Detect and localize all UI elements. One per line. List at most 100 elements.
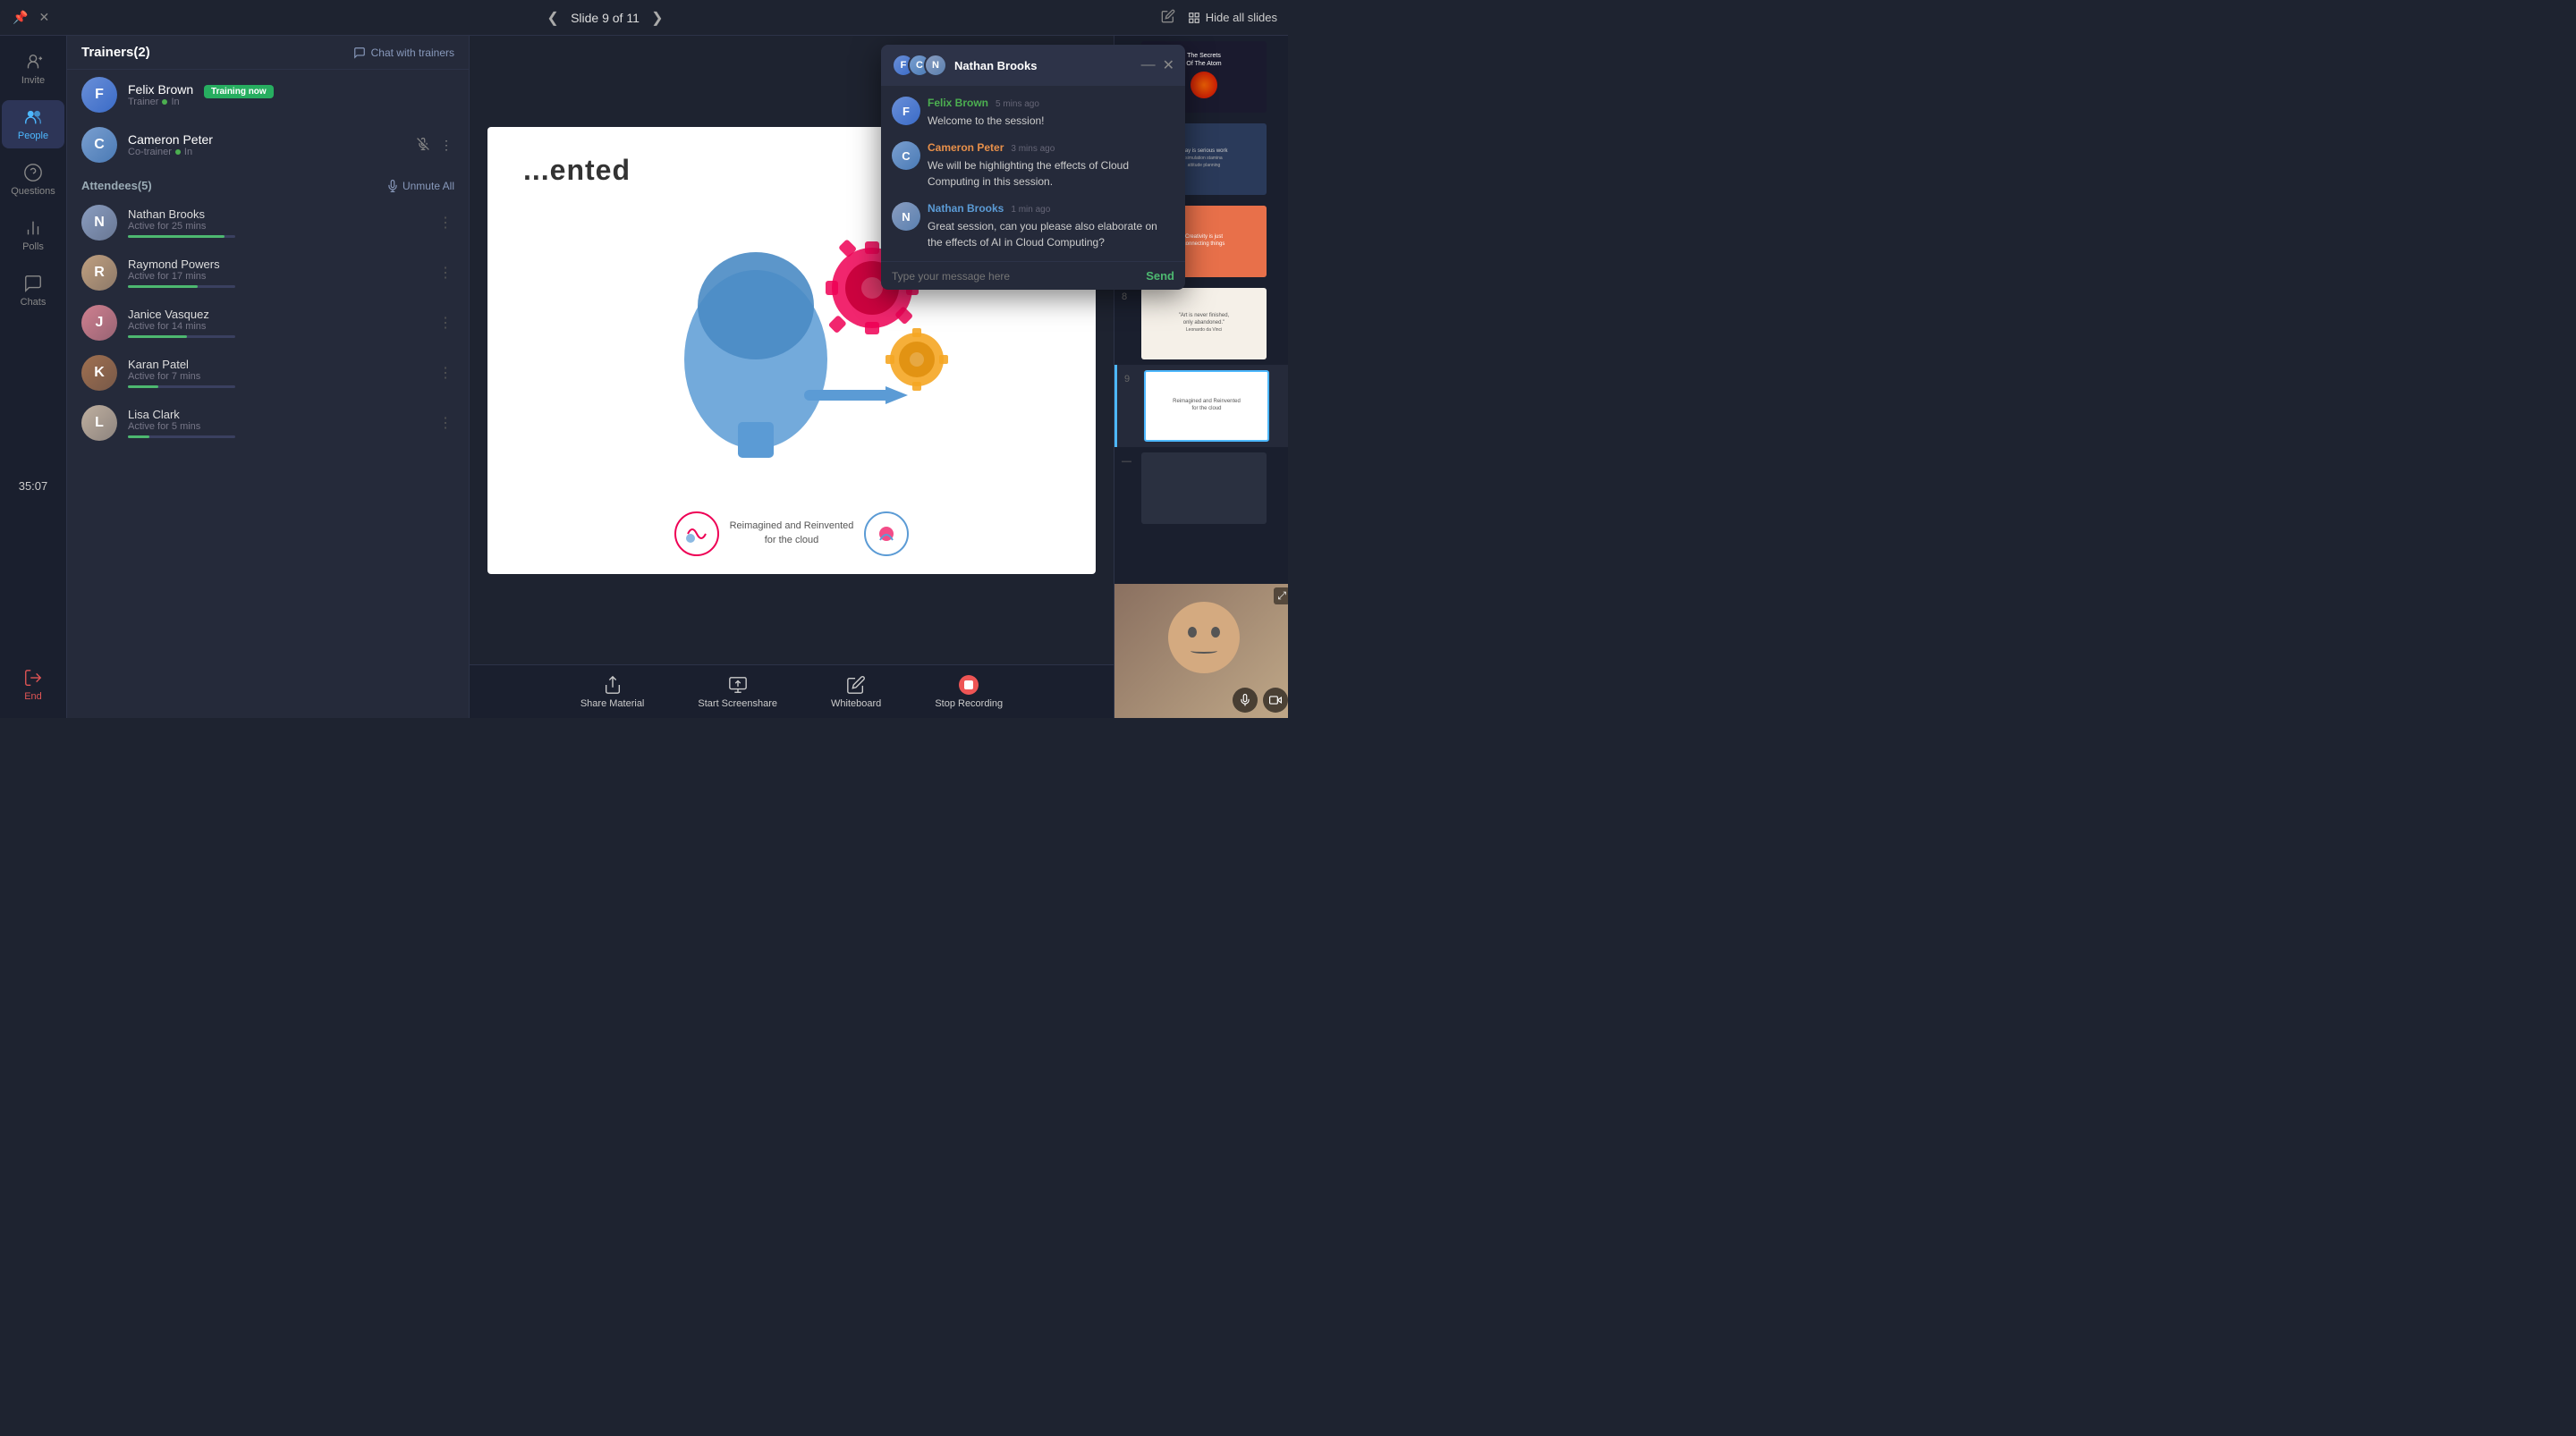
close-button[interactable]: ✕ xyxy=(37,8,51,27)
bottom-toolbar: Share Material Start Screenshare Whitebo… xyxy=(470,664,1114,718)
trainers-title: Trainers(2) xyxy=(81,45,150,60)
participants-panel: Trainers(2) Chat with trainers F Felix B… xyxy=(67,36,470,718)
sidebar-label-polls: Polls xyxy=(22,241,44,252)
attendee-karan[interactable]: K Karan Patel Active for 7 mins ⋮ xyxy=(67,348,469,398)
raymond-more-button[interactable]: ⋮ xyxy=(436,262,454,283)
cameron-name: Cameron Peter xyxy=(128,132,404,147)
stop-recording-button[interactable]: Stop Recording xyxy=(935,675,1003,709)
share-material-button[interactable]: Share Material xyxy=(580,675,645,709)
sidebar-label-people: People xyxy=(18,131,48,141)
whiteboard-button[interactable]: Whiteboard xyxy=(831,675,881,709)
hide-slides-button[interactable]: Hide all slides xyxy=(1188,11,1277,24)
next-slide-button[interactable]: ❯ xyxy=(647,7,668,29)
share-material-label: Share Material xyxy=(580,698,645,709)
slide-container: ...ented xyxy=(470,36,1114,664)
unmute-all-button[interactable]: Unmute All xyxy=(386,180,454,192)
expand-video-button[interactable]: ⤢ xyxy=(1274,587,1288,604)
thumb-img-8: "Art is never finished,only abandoned."L… xyxy=(1141,288,1267,359)
more-options-cameron[interactable]: ⋮ xyxy=(438,136,454,155)
close-chat-button[interactable]: ✕ xyxy=(1163,56,1174,74)
end-label: End xyxy=(24,691,42,702)
trainer-felix[interactable]: F Felix Brown Training now Trainer In xyxy=(67,70,469,120)
janice-more-button[interactable]: ⋮ xyxy=(436,312,454,334)
raymond-info: Raymond Powers Active for 17 mins xyxy=(128,258,426,288)
recording-stop-square xyxy=(964,680,973,689)
slide-thumb-9[interactable]: 9 Reimagined and Reinventedfor the cloud xyxy=(1114,365,1288,447)
nathan-name: Nathan Brooks xyxy=(128,207,426,221)
attendee-nathan[interactable]: N Nathan Brooks Active for 25 mins ⋮ xyxy=(67,198,469,248)
chat-input[interactable] xyxy=(892,270,1139,283)
lisa-name: Lisa Clark xyxy=(128,408,426,421)
lisa-info: Lisa Clark Active for 5 mins xyxy=(128,408,426,438)
felix-role: Trainer In xyxy=(128,97,454,107)
slide-num-8: 8 xyxy=(1122,288,1134,302)
nathan-more-button[interactable]: ⋮ xyxy=(436,212,454,233)
attendee-raymond[interactable]: R Raymond Powers Active for 17 mins ⋮ xyxy=(67,248,469,298)
attendees-header: Attendees(5) Unmute All xyxy=(67,170,469,198)
karan-name: Karan Patel xyxy=(128,358,426,371)
karan-more-button[interactable]: ⋮ xyxy=(436,362,454,384)
sidebar-item-polls[interactable]: Polls xyxy=(2,211,64,259)
slide-counter: Slide 9 of 11 xyxy=(571,11,640,25)
lisa-more-button[interactable]: ⋮ xyxy=(436,412,454,434)
msg-avatar: N xyxy=(892,202,920,231)
cameron-info: Cameron Peter Co-trainer In xyxy=(128,132,404,157)
stop-recording-label: Stop Recording xyxy=(935,698,1003,709)
msg-content: Cameron Peter 3 mins ago We will be high… xyxy=(928,141,1174,190)
prev-slide-button[interactable]: ❮ xyxy=(542,7,564,29)
center-area: ...ented xyxy=(470,36,1114,718)
slide-thumb-10[interactable]: — xyxy=(1114,447,1288,529)
chat-input-area: Send xyxy=(881,261,1185,290)
raymond-progress-bar xyxy=(128,285,235,288)
cameron-avatar: C xyxy=(81,127,117,163)
mute-icon[interactable] xyxy=(415,136,431,155)
sidebar-label-questions: Questions xyxy=(11,186,55,197)
end-session-button[interactable]: End xyxy=(16,661,50,709)
msg-sender: Cameron Peter xyxy=(928,141,1004,154)
msg-time: 3 mins ago xyxy=(1011,144,1055,154)
attendee-lisa[interactable]: L Lisa Clark Active for 5 mins ⋮ xyxy=(67,398,469,448)
slide-logos: Reimagined and Reinventedfor the cloud xyxy=(674,511,910,556)
send-button[interactable]: Send xyxy=(1146,269,1174,283)
raymond-active: Active for 17 mins xyxy=(128,271,426,282)
attendees-title: Attendees(5) xyxy=(81,179,152,192)
chat-popup-header: F C N Nathan Brooks — ✕ xyxy=(881,45,1185,86)
chat-message: F Felix Brown 5 mins ago Welcome to the … xyxy=(892,97,1174,129)
attendee-janice[interactable]: J Janice Vasquez Active for 14 mins ⋮ xyxy=(67,298,469,348)
whiteboard-label: Whiteboard xyxy=(831,698,881,709)
msg-content: Felix Brown 5 mins ago Welcome to the se… xyxy=(928,97,1174,129)
top-bar: 📌 ✕ ❮ Slide 9 of 11 ❯ Hide all slides xyxy=(0,0,1288,36)
cameron-role: Co-trainer In xyxy=(128,147,404,157)
nathan-active: Active for 25 mins xyxy=(128,221,426,232)
felix-name: Felix Brown Training now xyxy=(128,82,454,97)
thumb-img-9: Reimagined and Reinventedfor the cloud xyxy=(1144,370,1269,442)
chat-with-trainers-button[interactable]: Chat with trainers xyxy=(353,46,454,59)
sidebar-item-people[interactable]: People xyxy=(2,100,64,148)
recording-icon xyxy=(959,675,979,695)
hide-slides-label: Hide all slides xyxy=(1206,11,1277,24)
janice-progress-bar xyxy=(128,335,235,338)
thumb-img-10 xyxy=(1141,452,1267,524)
trainer-cameron[interactable]: C Cameron Peter Co-trainer In xyxy=(67,120,469,170)
edit-icon[interactable] xyxy=(1159,7,1177,28)
screenshare-button[interactable]: Start Screenshare xyxy=(698,675,777,709)
lisa-progress-bar xyxy=(128,435,235,438)
minimize-chat-button[interactable]: — xyxy=(1141,56,1156,74)
sidebar-item-invite[interactable]: Invite xyxy=(2,45,64,93)
video-mic-button[interactable] xyxy=(1233,688,1258,713)
attendees-list: N Nathan Brooks Active for 25 mins ⋮ R R… xyxy=(67,198,469,448)
online-indicator xyxy=(162,99,167,105)
raymond-name: Raymond Powers xyxy=(128,258,426,271)
slide-thumb-8[interactable]: 8 "Art is never finished,only abandoned.… xyxy=(1114,283,1288,365)
nathan-progress-fill xyxy=(128,235,225,238)
chat-messages: F Felix Brown 5 mins ago Welcome to the … xyxy=(881,86,1185,261)
sidebar-item-questions[interactable]: Questions xyxy=(2,156,64,204)
chat-message: N Nathan Brooks 1 min ago Great session,… xyxy=(892,202,1174,250)
video-camera-button[interactable] xyxy=(1263,688,1288,713)
sidebar-item-chats[interactable]: Chats xyxy=(2,266,64,315)
chat-popup-controls: — ✕ xyxy=(1141,56,1174,74)
pin-button[interactable]: 📌 xyxy=(11,8,30,27)
panel-header: Trainers(2) Chat with trainers xyxy=(67,36,469,70)
janice-info: Janice Vasquez Active for 14 mins xyxy=(128,308,426,338)
janice-avatar: J xyxy=(81,305,117,341)
